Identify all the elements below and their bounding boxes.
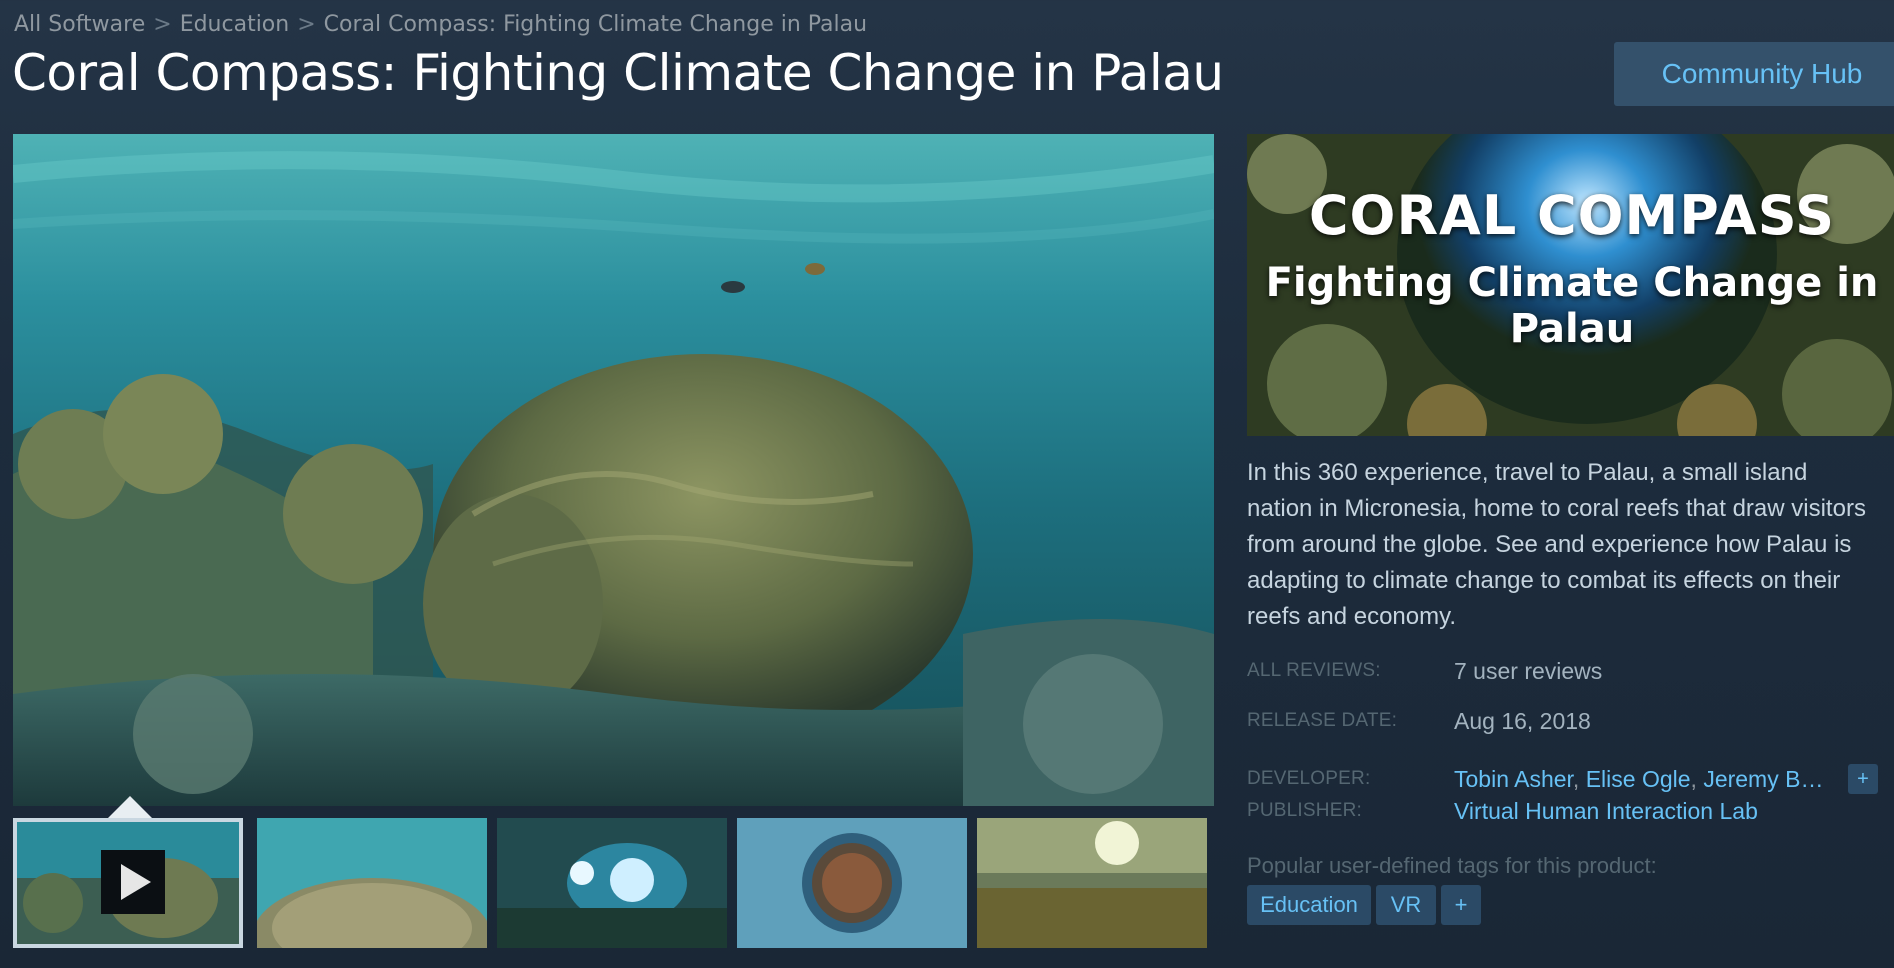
coral-reef-thumb[interactable]: [257, 818, 487, 948]
thumbnail-strip: [13, 818, 1214, 950]
developer-list: Tobin Asher, Elise Ogle, Jeremy B…: [1454, 766, 1824, 792]
play-icon: [101, 850, 165, 914]
publisher-value: Virtual Human Interaction Lab: [1454, 798, 1758, 825]
underwater-lights-thumb[interactable]: [497, 818, 727, 948]
tag-vr[interactable]: VR: [1376, 885, 1436, 925]
capsule-title-line2: Fighting Climate Change in Palau: [1265, 260, 1879, 352]
game-description: In this 360 experience, travel to Palau,…: [1247, 459, 1866, 630]
release-date-label: RELEASE DATE:: [1247, 710, 1398, 731]
underwater-coral-image: [13, 134, 1214, 806]
community-hub-button[interactable]: Community Hub: [1614, 42, 1894, 106]
header-capsule-image: CORAL COMPASS Fighting Climate Change in…: [1247, 134, 1894, 436]
all-reviews-value: 7 user reviews: [1454, 658, 1603, 684]
tags-label: Popular user-defined tags for this produ…: [1247, 853, 1657, 878]
seafloor-sun-thumb[interactable]: [977, 818, 1207, 948]
breadcrumb-all-software[interactable]: All Software: [14, 12, 145, 37]
developer-label: DEVELOPER:: [1247, 768, 1371, 789]
breadcrumb-current-app[interactable]: Coral Compass: Fighting Climate Change i…: [324, 12, 867, 37]
tag-education[interactable]: Education: [1247, 885, 1371, 925]
more-developers-button[interactable]: +: [1848, 764, 1878, 794]
video-thumb[interactable]: [13, 818, 243, 948]
add-tag-button[interactable]: +: [1441, 885, 1481, 925]
breadcrumb-education[interactable]: Education: [180, 12, 290, 37]
breadcrumb: All Software > Education > Coral Compass: Fi…: [14, 12, 867, 37]
selected-thumb-pointer: [108, 796, 152, 818]
page-title: Coral Compass: Fighting Climate Change i…: [12, 44, 1224, 102]
planet-view-thumb[interactable]: [737, 818, 967, 948]
release-date-value: Aug 16, 2018: [1454, 708, 1591, 734]
main-media-player[interactable]: [13, 134, 1214, 806]
publisher-label: PUBLISHER:: [1247, 800, 1362, 821]
publisher-link[interactable]: Virtual Human Interaction Lab: [1454, 798, 1758, 824]
capsule-title-line1: CORAL COMPASS: [1308, 184, 1836, 247]
developer-link[interactable]: Elise Ogle: [1586, 766, 1691, 792]
developer-link[interactable]: Tobin Asher: [1454, 766, 1573, 792]
breadcrumb-separator: >: [297, 12, 316, 37]
breadcrumb-separator: >: [153, 12, 172, 37]
all-reviews-label: ALL REVIEWS:: [1247, 660, 1381, 681]
developer-link[interactable]: Jeremy B…: [1703, 766, 1823, 792]
